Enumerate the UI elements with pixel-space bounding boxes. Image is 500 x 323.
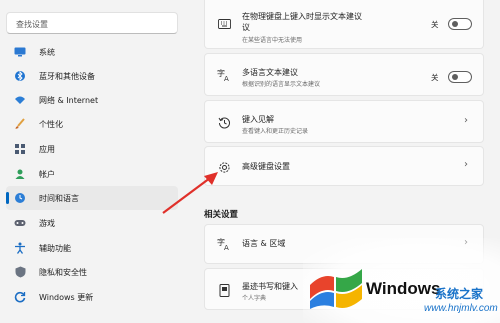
sidebar-item-privacy[interactable]: 隐私和安全性 (6, 260, 178, 284)
physical-keyboard-suggestions-toggle[interactable] (448, 18, 472, 30)
toggle-state-label: 关 (431, 73, 439, 82)
watermark-brand: 系统之家 (435, 287, 484, 301)
sidebar-item-label: 蓝牙和其他设备 (39, 71, 95, 81)
shield-icon (14, 266, 26, 278)
watermark-title: Windows (366, 279, 441, 298)
keyboard-icon (217, 17, 231, 31)
setting-title: 多语言文本建议 (242, 68, 298, 77)
sidebar-item-accounts[interactable]: 帐户 (6, 162, 178, 186)
pen-icon (217, 283, 231, 297)
bluetooth-icon (14, 70, 26, 82)
multilingual-suggestions-toggle[interactable] (448, 71, 472, 83)
update-icon (14, 291, 26, 303)
sidebar-item-windows-update[interactable]: Windows 更新 (6, 285, 178, 309)
setting-card-typing-insights[interactable]: 键入见解 查看键入和更正历史记录 › (204, 100, 484, 143)
history-icon (217, 115, 231, 129)
sidebar-item-bluetooth[interactable]: 蓝牙和其他设备 (6, 64, 178, 88)
sidebar-item-label: 时间和语言 (39, 193, 79, 203)
sidebar-item-label: 应用 (39, 144, 55, 154)
sidebar-item-label: 个性化 (39, 119, 63, 129)
toggle-knob (452, 21, 458, 27)
setting-title: 语言 & 区域 (242, 239, 286, 248)
sidebar-item-time-language[interactable]: 时间和语言 (6, 186, 178, 210)
monitor-icon (14, 46, 26, 58)
setting-description: 个人字典 (242, 295, 267, 302)
toggle-knob (452, 74, 458, 80)
watermark-url: www.hnjmlv.com (424, 303, 498, 314)
setting-title: 墨迹书写和键入 (242, 282, 298, 291)
globe-clock-icon (14, 192, 26, 204)
sidebar-item-label: 隐私和安全性 (39, 267, 87, 277)
svg-text:A: A (224, 244, 229, 251)
toggle-state-label: 关 (431, 20, 439, 29)
annotation-arrow (162, 172, 218, 214)
sidebar-item-label: 网络 & Internet (39, 95, 99, 105)
sidebar-item-label: 游戏 (39, 218, 55, 228)
setting-description: 在某些语言中无法使用 (242, 37, 303, 44)
language-icon: 字A (217, 68, 231, 82)
setting-description: 根据识别的语言显示文本建议 (242, 81, 321, 88)
wifi-icon (14, 94, 26, 106)
game-icon (14, 217, 26, 229)
person-icon (14, 168, 26, 180)
active-indicator (6, 192, 9, 204)
setting-card-multilingual-suggestions: 字A 多语言文本建议 根据识别的语言显示文本建议 关 (204, 53, 484, 96)
sidebar-item-label: 帐户 (39, 169, 55, 179)
sidebar-item-apps[interactable]: 应用 (6, 137, 178, 161)
search-input[interactable]: 查找设置 (6, 12, 178, 34)
sidebar-item-label: 辅助功能 (39, 243, 71, 253)
sidebar-item-gaming[interactable]: 游戏 (6, 211, 178, 235)
windows-logo-icon (310, 269, 362, 309)
sidebar-item-system[interactable]: 系统 (6, 40, 178, 64)
apps-icon (14, 143, 26, 155)
sidebar-item-label: 系统 (39, 47, 55, 57)
sidebar-item-accessibility[interactable]: 辅助功能 (6, 236, 178, 260)
setting-title: 高级键盘设置 (242, 162, 290, 171)
setting-title: 键入见解 (242, 115, 274, 124)
accessibility-icon (14, 242, 26, 254)
sidebar-item-personalization[interactable]: 个性化 (6, 112, 178, 136)
setting-card-physical-keyboard-suggestions: 在物理键盘上键入时显示文本建议 议 在某些语言中无法使用 关 (204, 0, 484, 49)
chevron-right-icon: › (464, 115, 468, 126)
sidebar-item-label: Windows 更新 (39, 292, 94, 302)
sidebar: 查找设置 系统 蓝牙和其他设备 网络 & Internet 个性化 应用 帐户 … (0, 0, 180, 323)
language-region-icon: 字A (217, 237, 231, 251)
chevron-right-icon: › (464, 159, 468, 170)
setting-title: 在物理键盘上键入时显示文本建议 (242, 12, 362, 21)
settings-window: 查找设置 系统 蓝牙和其他设备 网络 & Internet 个性化 应用 帐户 … (0, 0, 500, 323)
setting-title-wrap: 议 (242, 23, 250, 32)
svg-text:A: A (224, 75, 229, 82)
setting-card-advanced-keyboard[interactable]: 高级键盘设置 › (204, 146, 484, 186)
setting-description: 查看键入和更正历史记录 (242, 128, 309, 135)
sidebar-item-network[interactable]: 网络 & Internet (6, 88, 178, 112)
brush-icon (14, 118, 26, 130)
